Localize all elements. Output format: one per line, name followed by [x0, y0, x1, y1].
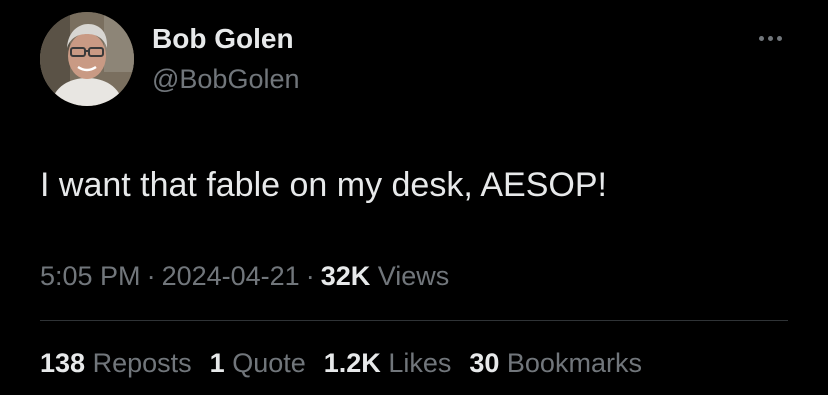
tweet-metadata: 5:05 PM · 2024-04-21 · 32K Views	[40, 258, 449, 294]
avatar[interactable]	[40, 12, 134, 106]
likes-count: 1.2K	[323, 348, 381, 378]
quotes-count: 1	[209, 348, 225, 378]
bookmarks-stat[interactable]: 30 Bookmarks	[469, 345, 642, 381]
quotes-label: Quote	[232, 348, 306, 378]
tweet-detail: Bob Golen @BobGolen I want that fable on…	[0, 0, 828, 395]
bookmarks-label: Bookmarks	[506, 348, 642, 378]
tweet-date[interactable]: 2024-04-21	[162, 261, 300, 291]
reposts-stat[interactable]: 138 Reposts	[40, 345, 192, 381]
bookmarks-count: 30	[469, 348, 500, 378]
engagement-stats: 138 Reposts 1 Quote 1.2K Likes 30 Bookma…	[40, 345, 660, 381]
tweet-time[interactable]: 5:05 PM	[40, 261, 141, 291]
author-handle[interactable]: @BobGolen	[152, 62, 300, 96]
more-dot	[758, 35, 764, 41]
views-label: Views	[377, 261, 450, 291]
meta-separator: ·	[305, 261, 315, 291]
quotes-stat[interactable]: 1 Quote	[210, 345, 306, 381]
likes-label: Likes	[388, 348, 452, 378]
more-horizontal-icon[interactable]	[752, 26, 788, 50]
reposts-count: 138	[40, 348, 86, 378]
avatar-image	[40, 12, 134, 106]
more-dot	[776, 35, 782, 41]
views-count: 32K	[320, 261, 371, 291]
tweet-text: I want that fable on my desk, AESOP!	[40, 166, 607, 204]
meta-separator: ·	[146, 261, 156, 291]
divider	[40, 320, 788, 321]
more-dot	[767, 35, 773, 41]
reposts-label: Reposts	[92, 348, 192, 378]
author-display-name[interactable]: Bob Golen	[152, 22, 294, 56]
likes-stat[interactable]: 1.2K Likes	[324, 345, 452, 381]
